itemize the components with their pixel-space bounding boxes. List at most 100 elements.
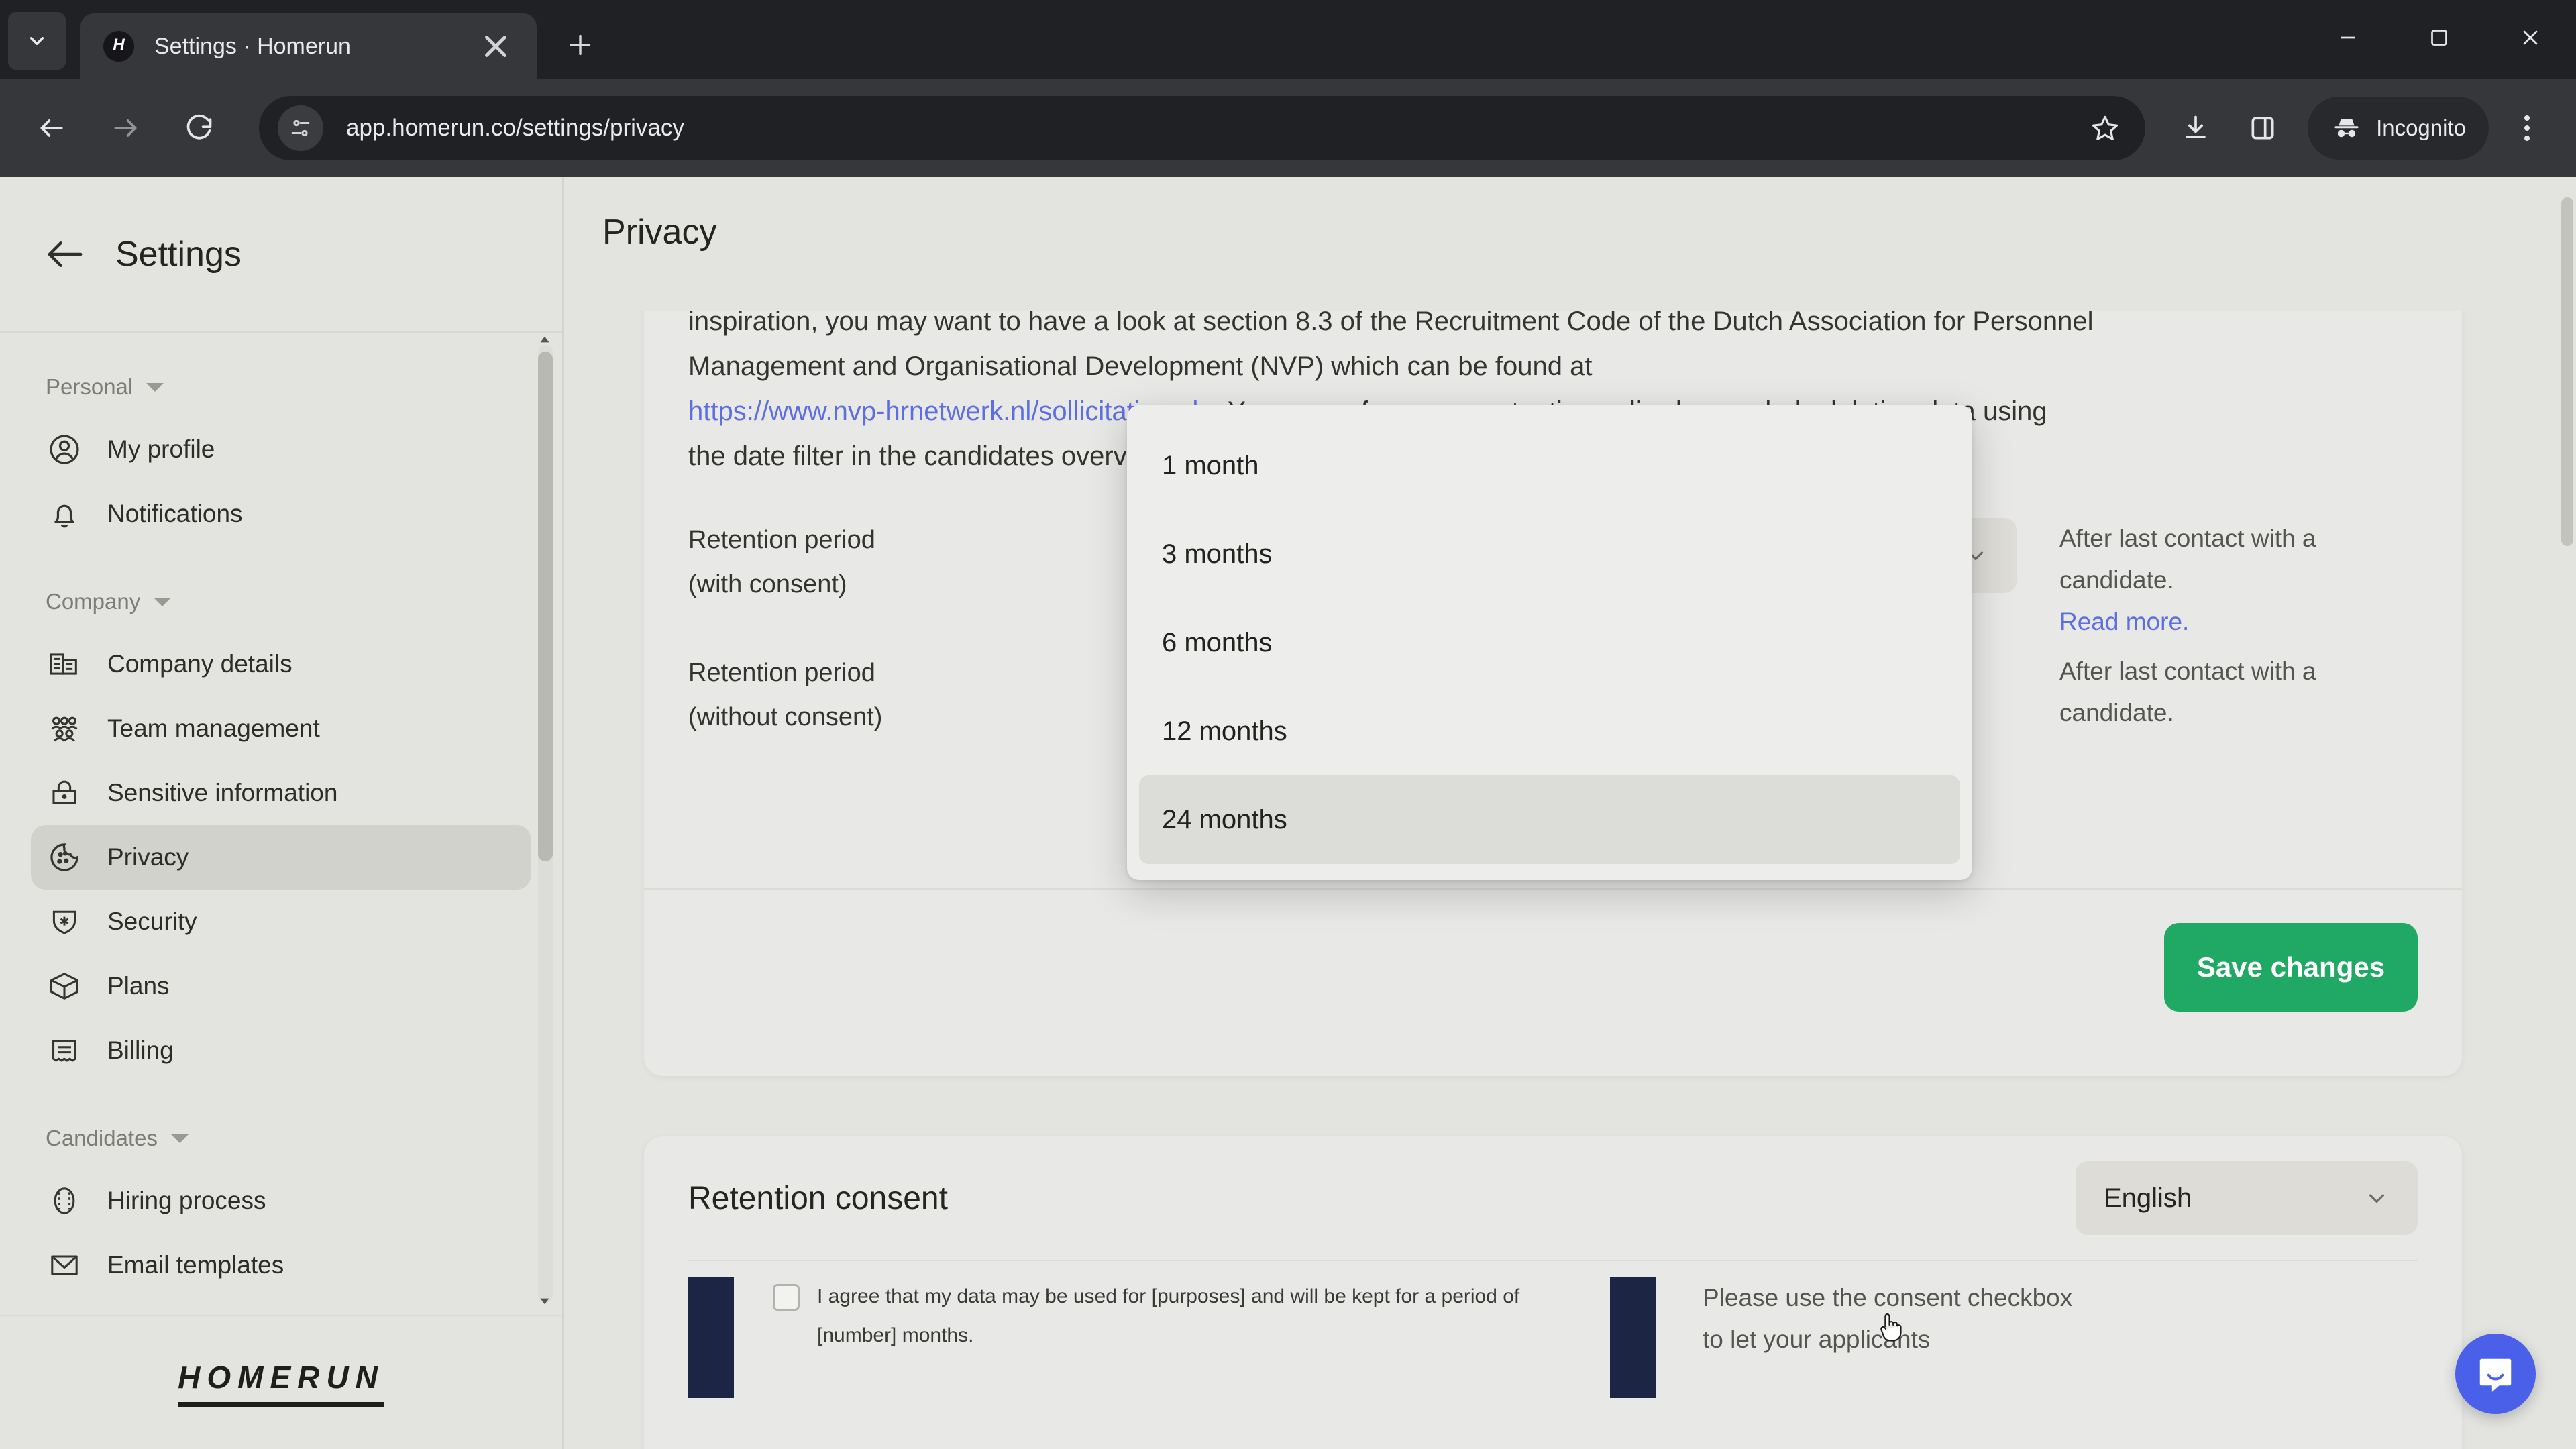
consent-checkbox[interactable] — [773, 1284, 800, 1311]
lock-icon — [47, 775, 82, 810]
address-bar[interactable]: app.homerun.co/settings/privacy — [259, 96, 2146, 160]
cookie-icon — [47, 840, 82, 875]
box-icon — [47, 969, 82, 1004]
bookmark-button[interactable] — [2077, 100, 2133, 156]
forward-arrow-icon — [114, 119, 137, 137]
consent-checkbox-label: I agree that my data may be used for [pu… — [817, 1285, 1520, 1346]
sidebar-item-hiring-process[interactable]: Hiring process — [31, 1169, 531, 1233]
dropdown-option-24-months[interactable]: 24 months — [1139, 775, 1960, 864]
sidebar-item-sensitive-information[interactable]: Sensitive information — [31, 761, 531, 825]
bell-icon — [47, 496, 82, 531]
kebab-dot — [2524, 115, 2530, 121]
browser-menu-button[interactable] — [2498, 99, 2556, 157]
intro-clipped-line: inspiration, you may want to have a look… — [688, 311, 2094, 336]
label-line-2: (with consent) — [688, 570, 847, 598]
retention-consent-title: Retention consent — [688, 1180, 948, 1216]
reload-button[interactable] — [168, 97, 231, 160]
retention-consent-card: Retention consent English I agree that m… — [644, 1136, 2462, 1449]
group-label-text: Personal — [46, 374, 133, 399]
sidebar-item-label: Billing — [107, 1036, 174, 1064]
consent-checkbox-preview[interactable]: I agree that my data may be used for [pu… — [773, 1277, 1531, 1398]
sidebar-item-privacy[interactable]: Privacy — [31, 825, 531, 890]
shield-star-icon — [47, 904, 82, 939]
sidebar-item-notifications[interactable]: Notifications — [31, 482, 531, 546]
sidebar-item-billing[interactable]: Billing — [31, 1018, 531, 1083]
page-title: Privacy — [602, 213, 717, 252]
dropdown-option-12-months[interactable]: 12 months — [1127, 687, 1972, 775]
chevron-down-icon — [30, 37, 44, 45]
close-tab-button[interactable] — [478, 28, 514, 64]
sidebar-item-my-profile[interactable]: My profile — [31, 417, 531, 482]
sidebar-item-company-details[interactable]: Company details — [31, 632, 531, 696]
incognito-indicator[interactable]: Incognito — [2308, 97, 2489, 160]
sidebar-group-personal[interactable]: Personal — [0, 374, 562, 400]
dropdown-option-3-months[interactable]: 3 months — [1127, 510, 1972, 598]
sidebar-scroll-up-arrow[interactable] — [534, 333, 555, 350]
minimize-icon — [2341, 36, 2355, 39]
kebab-dot — [2524, 136, 2530, 141]
intercom-chat-icon — [2479, 1358, 2512, 1392]
invoice-icon — [47, 1033, 82, 1068]
sidebar-group-candidates[interactable]: Candidates — [0, 1126, 562, 1151]
new-tab-button[interactable] — [559, 24, 601, 66]
page-scrollbar-thumb[interactable] — [2561, 197, 2573, 546]
sidebar-item-label: Notifications — [107, 500, 243, 527]
sidebar-item-team-management[interactable]: Team management — [31, 696, 531, 761]
label-line-1: Retention period — [688, 659, 875, 687]
page-scrollbar-track[interactable] — [2559, 177, 2576, 1449]
plus-icon — [570, 34, 591, 56]
sidebar-scrollbar-thumb[interactable] — [538, 352, 553, 861]
hand-pointer-icon — [1880, 1313, 1902, 1342]
read-more-link[interactable]: Read more. — [2059, 601, 2408, 643]
intro-line-4: the date filter in the candidates overvi… — [688, 441, 1173, 471]
close-icon — [485, 36, 506, 57]
window-controls — [2302, 0, 2576, 75]
sidebar-item-label: Privacy — [107, 843, 189, 871]
sidebar-back-button[interactable] — [44, 233, 86, 275]
reload-icon — [186, 114, 212, 140]
sidebar-scroll-down-arrow[interactable] — [534, 1291, 555, 1312]
side-panel-icon — [2251, 117, 2274, 140]
homerun-logo: HOMERUN — [178, 1359, 384, 1407]
sidebar-item-security[interactable]: Security — [31, 890, 531, 954]
maximize-button[interactable] — [2394, 0, 2485, 75]
chevron-down-icon — [170, 1134, 189, 1143]
user-circle-icon — [47, 432, 82, 467]
window-close-button[interactable] — [2485, 0, 2576, 75]
language-select[interactable]: English — [2076, 1161, 2418, 1235]
sidebar-item-email-templates[interactable]: Email templates — [31, 1233, 531, 1297]
retention-period-dropdown[interactable]: 1 month 3 months 6 months 12 months 24 m… — [1127, 405, 1972, 880]
tab-search-button[interactable] — [8, 12, 66, 70]
star-icon — [2092, 115, 2118, 140]
forward-button[interactable] — [94, 97, 157, 160]
dropdown-option-1-month[interactable]: 1 month — [1127, 421, 1972, 510]
minimize-button[interactable] — [2302, 0, 2394, 75]
side-panel-button[interactable] — [2233, 98, 2293, 158]
url-text: app.homerun.co/settings/privacy — [346, 115, 684, 141]
intercom-support-button[interactable] — [2455, 1334, 2536, 1414]
app-page: Settings Personal My profile Notificatio… — [0, 177, 2576, 1449]
people-icon — [47, 711, 82, 746]
browser-tab[interactable]: H Settings · Homerun — [80, 13, 537, 79]
sidebar-scroll-area: Personal My profile Notifications Compan… — [0, 331, 562, 1315]
dropdown-option-6-months[interactable]: 6 months — [1127, 598, 1972, 687]
kebab-dot — [2524, 125, 2530, 131]
color-swatch-left — [688, 1277, 734, 1398]
download-icon — [2186, 115, 2206, 138]
label-line-1: Retention period — [688, 526, 875, 554]
sidebar-group-company[interactable]: Company — [0, 589, 562, 614]
back-button[interactable] — [20, 97, 83, 160]
retention-with-consent-label: Retention period (with consent) — [688, 518, 1171, 606]
save-changes-button[interactable]: Save changes — [2164, 923, 2418, 1012]
site-info-button[interactable] — [278, 105, 323, 151]
sidebar-item-plans[interactable]: Plans — [31, 954, 531, 1018]
sidebar-item-label: Plans — [107, 972, 170, 1000]
maximize-icon — [2431, 30, 2447, 46]
group-label-text: Candidates — [46, 1126, 158, 1150]
downloads-button[interactable] — [2165, 98, 2226, 158]
tab-strip: H Settings · Homerun — [0, 0, 2576, 79]
chevron-down-icon — [2364, 1185, 2390, 1211]
building-icon — [47, 647, 82, 682]
settings-sidebar: Settings Personal My profile Notificatio… — [0, 177, 564, 1449]
envelope-icon — [47, 1248, 82, 1283]
